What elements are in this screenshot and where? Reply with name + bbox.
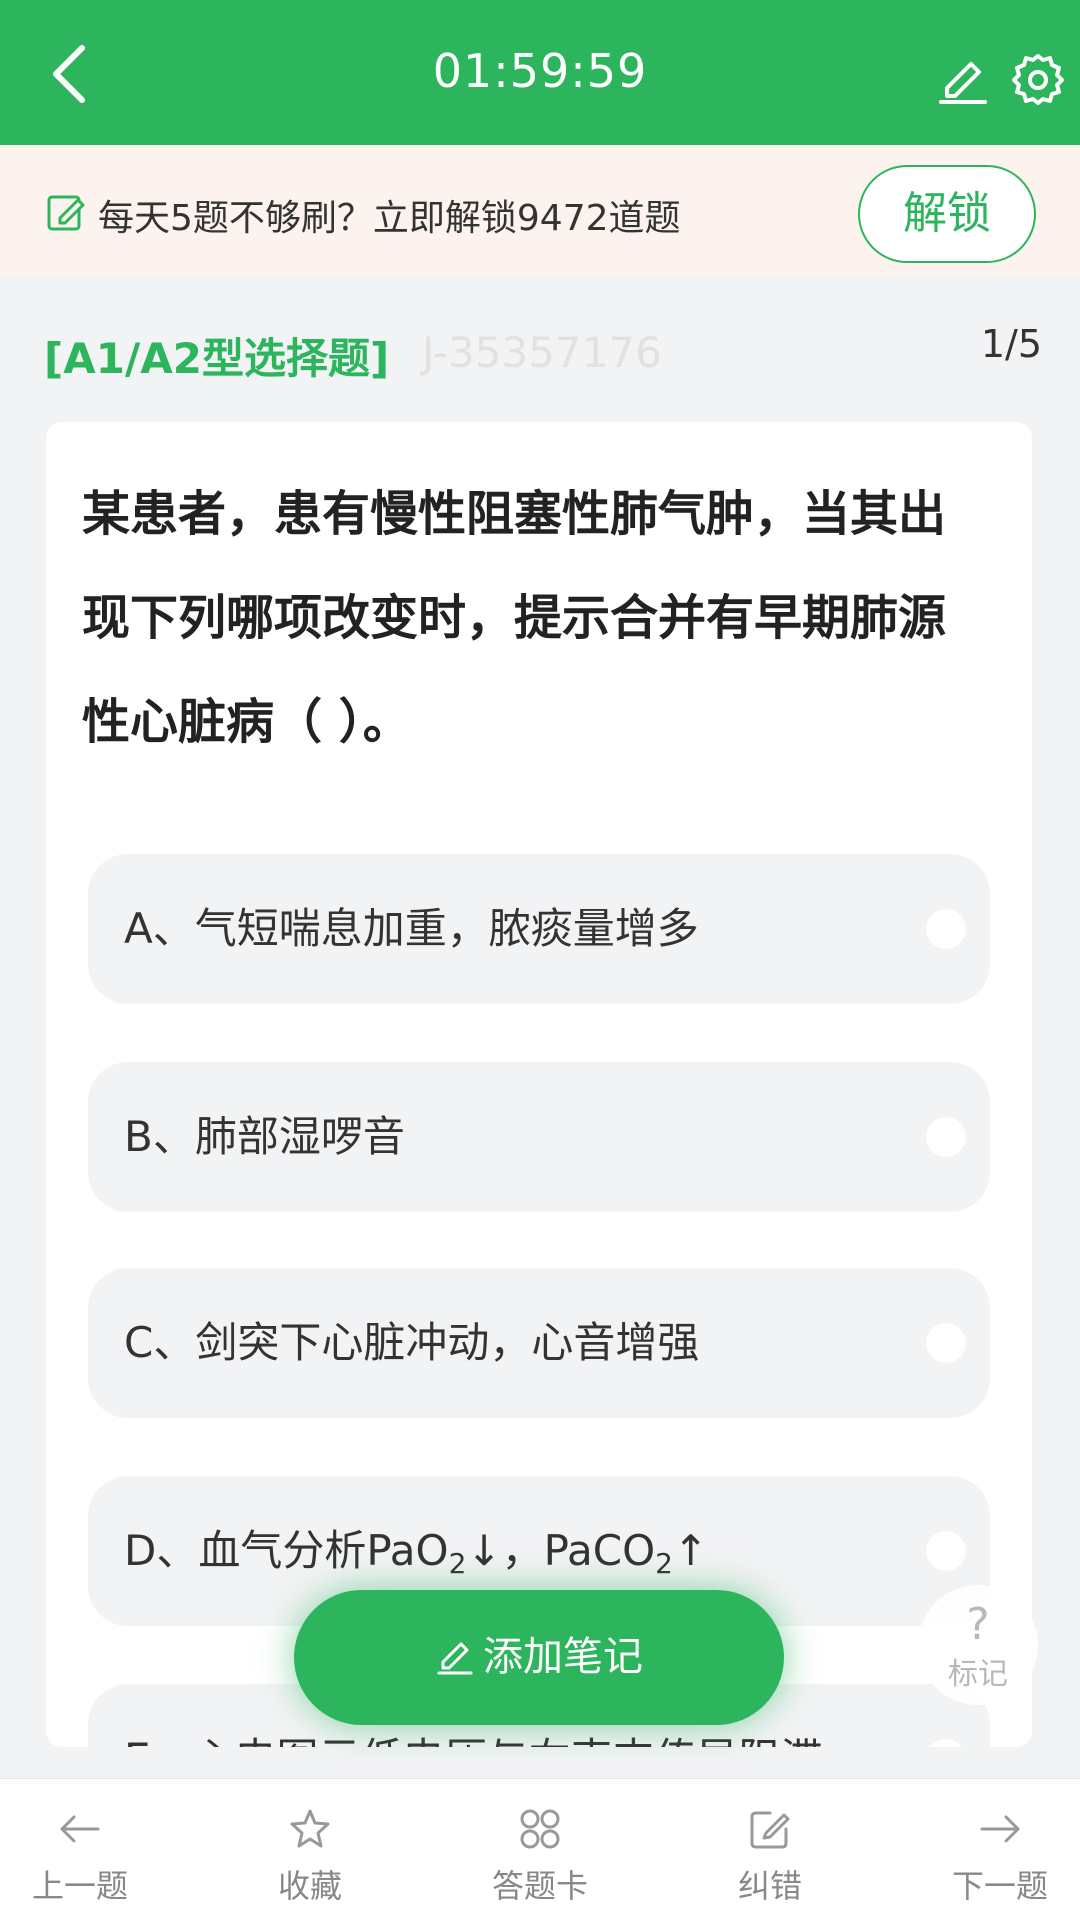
- mark-button[interactable]: ? 标记: [918, 1585, 1038, 1705]
- option-radio[interactable]: [926, 1531, 966, 1571]
- bottom-nav: 上一题 收藏 答题卡 纠错 下一题: [0, 1778, 1080, 1920]
- option-radio[interactable]: [926, 1739, 966, 1747]
- nav-label: 答题卡: [491, 1867, 588, 1905]
- nav-favorite[interactable]: 收藏: [230, 1779, 390, 1920]
- gear-icon: [1012, 54, 1064, 105]
- unlock-button[interactable]: 解锁: [858, 165, 1036, 263]
- option-label: B、肺部湿啰音: [124, 1112, 405, 1161]
- draft-button[interactable]: [935, 50, 991, 106]
- nav-prev-question[interactable]: 上一题: [0, 1779, 160, 1920]
- nav-next-question[interactable]: 下一题: [920, 1779, 1080, 1920]
- edit-note-icon: [47, 195, 85, 231]
- grid-icon: [520, 1809, 560, 1849]
- option-b[interactable]: B、肺部湿啰音: [88, 1062, 990, 1212]
- countdown-timer: 01:59:59: [432, 44, 648, 98]
- star-icon: [290, 1809, 330, 1848]
- unlock-promo-banner: 每天5题不够刷？立即解锁9472道题 解锁: [0, 145, 1080, 277]
- option-c[interactable]: C、剑突下心脏冲动，心音增强: [88, 1268, 990, 1418]
- add-note-button[interactable]: 添加笔记: [294, 1590, 784, 1725]
- add-note-label: 添加笔记: [483, 1634, 643, 1680]
- nav-label: 收藏: [277, 1867, 342, 1905]
- question-type-label: [A1/A2型选择题]: [44, 334, 390, 383]
- question-progress: 1/5: [980, 322, 1042, 366]
- nav-label: 下一题: [951, 1867, 1048, 1905]
- pencil-icon: [939, 62, 987, 104]
- left-arrow-icon: [60, 1815, 100, 1843]
- edit-icon: [750, 1811, 790, 1849]
- top-bar: 01:59:59: [0, 0, 1080, 145]
- question-card: 某患者，患有慢性阻塞性肺气肿，当其出现下列哪项改变时，提示合并有早期肺源性心脏病…: [46, 422, 1032, 1747]
- nav-answer-sheet[interactable]: 答题卡: [460, 1779, 620, 1920]
- option-label: C、剑突下心脏冲动，心音增强: [124, 1318, 700, 1367]
- nav-label: 上一题: [31, 1867, 128, 1905]
- right-arrow-icon: [980, 1815, 1020, 1843]
- option-radio[interactable]: [926, 909, 966, 949]
- promo-text: 每天5题不够刷？立即解锁9472道题: [98, 198, 681, 239]
- question-id: J-35357176: [422, 328, 662, 377]
- nav-label: 纠错: [737, 1867, 802, 1905]
- mark-label: 标记: [948, 1657, 1008, 1692]
- pencil-icon: [437, 1642, 473, 1675]
- option-a[interactable]: A、气短喘息加重，脓痰量增多: [88, 854, 990, 1004]
- option-label: A、气短喘息加重，脓痰量增多: [124, 904, 699, 953]
- option-radio[interactable]: [926, 1323, 966, 1363]
- settings-button[interactable]: [1010, 50, 1066, 106]
- question-mark-icon: ?: [966, 1599, 990, 1650]
- nav-report-error[interactable]: 纠错: [690, 1779, 850, 1920]
- option-radio[interactable]: [926, 1117, 966, 1157]
- question-stem: 某患者，患有慢性阻塞性肺气肿，当其出现下列哪项改变时，提示合并有早期肺源性心脏病…: [82, 486, 947, 750]
